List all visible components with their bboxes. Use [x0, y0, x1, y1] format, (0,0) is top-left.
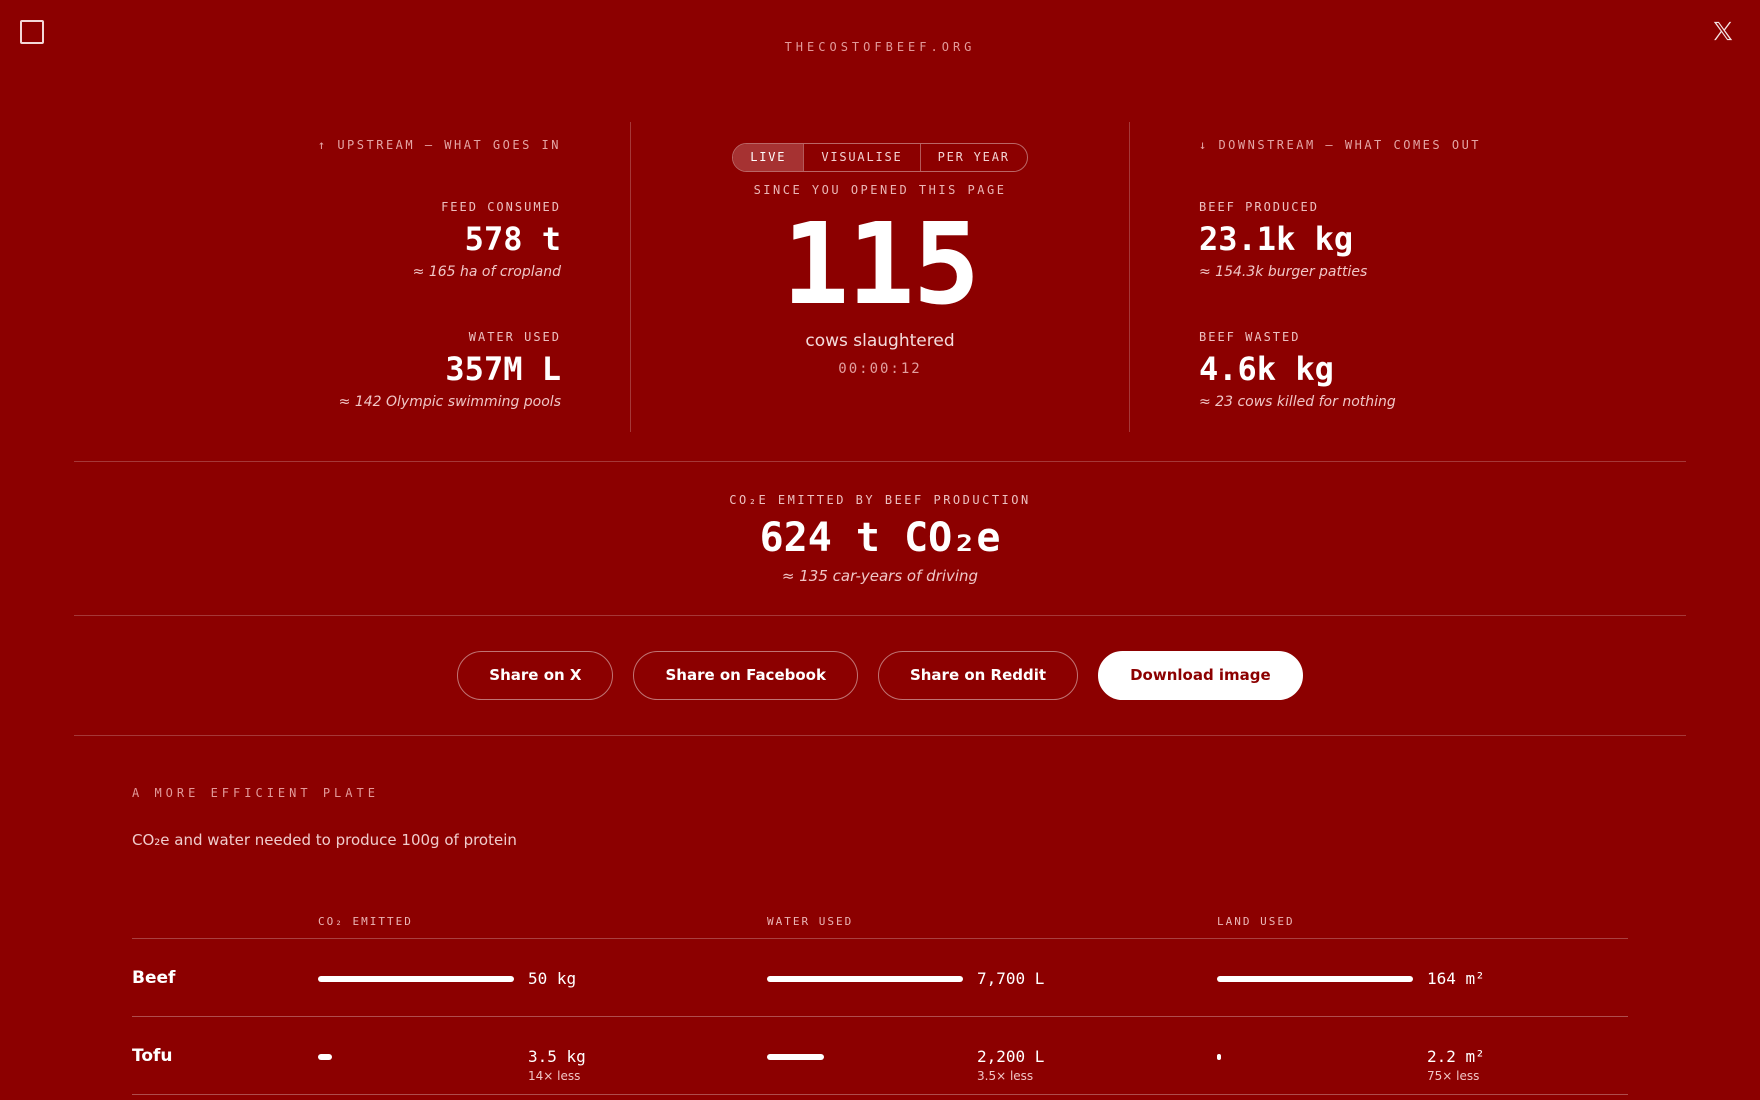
co2-value: 3.5 kg: [528, 1047, 586, 1066]
wasted-value: 4.6k kg: [1199, 350, 1334, 388]
land-metric: 2.2 m² 75× less: [1217, 1017, 1637, 1095]
water-stat: WATER USED 357M L ≈ 142 Olympic swimming…: [141, 330, 561, 410]
live-counter: LIVE VISUALISE PER YEAR SINCE YOU OPENED…: [631, 122, 1129, 377]
feed-stat: FEED CONSUMED 578 t ≈ 165 ha of cropland: [141, 200, 561, 280]
share-bar: Share on X Share on Facebook Share on Re…: [0, 651, 1760, 700]
table-row: Tofu 3.5 kg 14× less 2,200 L 3.5× less 2…: [132, 1017, 1628, 1095]
table-header: CO₂ EMITTED WATER USED LAND USED: [132, 914, 1628, 939]
divider: [1129, 122, 1130, 432]
share-facebook-button[interactable]: Share on Facebook: [633, 651, 858, 700]
upstream-column: ↑ UPSTREAM — WHAT GOES IN FEED CONSUMED …: [141, 138, 561, 410]
feed-label: FEED CONSUMED: [441, 200, 561, 214]
tab-live[interactable]: LIVE: [733, 144, 804, 171]
water-metric: 7,700 L: [767, 939, 1187, 1017]
water-value: 357M L: [445, 350, 561, 388]
divider: [74, 615, 1686, 616]
tab-visualise[interactable]: VISUALISE: [803, 144, 919, 171]
efficiency-subtitle: CO₂e and water needed to produce 100g of…: [132, 831, 517, 849]
page: THECOSTOFBEEF.ORG ↑ UPSTREAM — WHAT GOES…: [0, 0, 1760, 1100]
land-bar: [1217, 976, 1413, 982]
water-bar: [767, 976, 963, 982]
co2-bar: [318, 1054, 332, 1060]
tab-per-year[interactable]: PER YEAR: [919, 144, 1027, 171]
produced-value: 23.1k kg: [1199, 220, 1354, 258]
land-metric: 164 m²: [1217, 939, 1637, 1017]
co2-bar: [318, 976, 514, 982]
land-bar-track: [1217, 1054, 1413, 1060]
column-header-land: LAND USED: [1217, 915, 1295, 928]
comparison-table: CO₂ EMITTED WATER USED LAND USED Beef 50…: [132, 914, 1628, 1095]
co2-note: ≈ 135 car-years of driving: [781, 567, 979, 585]
x-logo-icon[interactable]: [1712, 20, 1734, 42]
co2-value: 624 t CO₂e: [759, 515, 1001, 561]
column-header-water: WATER USED: [767, 915, 854, 928]
co2-bar-track: [318, 976, 514, 982]
elapsed-timer: 00:00:12: [838, 361, 922, 377]
table-row: Beef 50 kg 7,700 L 164 m²: [132, 939, 1628, 1017]
co2-bar-track: [318, 1054, 514, 1060]
water-metric: 2,200 L 3.5× less: [767, 1017, 1187, 1095]
co2-metric: 50 kg: [318, 939, 738, 1017]
water-label: WATER USED: [468, 330, 561, 344]
since-label: SINCE YOU OPENED THIS PAGE: [753, 183, 1007, 197]
cow-count: 115: [781, 200, 980, 330]
water-bar-track: [767, 976, 963, 982]
co2-label: CO₂E EMITTED BY BEEF PRODUCTION: [729, 493, 1031, 507]
land-bar-track: [1217, 976, 1413, 982]
land-value: 2.2 m²: [1427, 1047, 1485, 1066]
downstream-column: ↓ DOWNSTREAM — WHAT COMES OUT BEEF PRODU…: [1199, 138, 1619, 410]
view-tabs: LIVE VISUALISE PER YEAR: [732, 143, 1028, 172]
food-name: Beef: [132, 968, 176, 988]
wasted-stat: BEEF WASTED 4.6k kg ≈ 23 cows killed for…: [1199, 330, 1619, 410]
co2-less: 14× less: [528, 1069, 581, 1083]
feed-note: ≈ 165 ha of cropland: [412, 264, 561, 280]
count-label: cows slaughtered: [805, 331, 955, 351]
stats-panel: ↑ UPSTREAM — WHAT GOES IN FEED CONSUMED …: [0, 122, 1760, 432]
share-reddit-button[interactable]: Share on Reddit: [877, 651, 1079, 700]
land-value: 164 m²: [1427, 969, 1485, 988]
food-name: Tofu: [132, 1046, 173, 1066]
downstream-title: ↓ DOWNSTREAM — WHAT COMES OUT: [1199, 138, 1482, 152]
water-bar: [767, 1054, 824, 1060]
download-image-button[interactable]: Download image: [1098, 651, 1303, 700]
land-bar: [1217, 1054, 1221, 1060]
co2-metric: 3.5 kg 14× less: [318, 1017, 738, 1095]
water-bar-track: [767, 1054, 963, 1060]
water-value: 2,200 L: [977, 1047, 1045, 1066]
co2-section: CO₂E EMITTED BY BEEF PRODUCTION 624 t CO…: [0, 493, 1760, 585]
produced-note: ≈ 154.3k burger patties: [1199, 264, 1368, 280]
feed-value: 578 t: [464, 220, 561, 258]
co2-value: 50 kg: [528, 969, 577, 988]
site-title: THECOSTOFBEEF.ORG: [784, 40, 976, 54]
efficiency-title: A MORE EFFICIENT PLATE: [132, 786, 379, 800]
share-x-button[interactable]: Share on X: [457, 651, 614, 700]
water-less: 3.5× less: [977, 1069, 1034, 1083]
water-note: ≈ 142 Olympic swimming pools: [338, 394, 561, 410]
produced-label: BEEF PRODUCED: [1199, 200, 1319, 214]
water-value: 7,700 L: [977, 969, 1045, 988]
column-header-co2: CO₂ EMITTED: [318, 915, 413, 928]
divider: [74, 461, 1686, 462]
wasted-label: BEEF WASTED: [1199, 330, 1301, 344]
land-less: 75× less: [1427, 1069, 1480, 1083]
divider: [74, 735, 1686, 736]
upstream-title: ↑ UPSTREAM — WHAT GOES IN: [317, 138, 561, 152]
wasted-note: ≈ 23 cows killed for nothing: [1199, 394, 1396, 410]
produced-stat: BEEF PRODUCED 23.1k kg ≈ 154.3k burger p…: [1199, 200, 1619, 280]
